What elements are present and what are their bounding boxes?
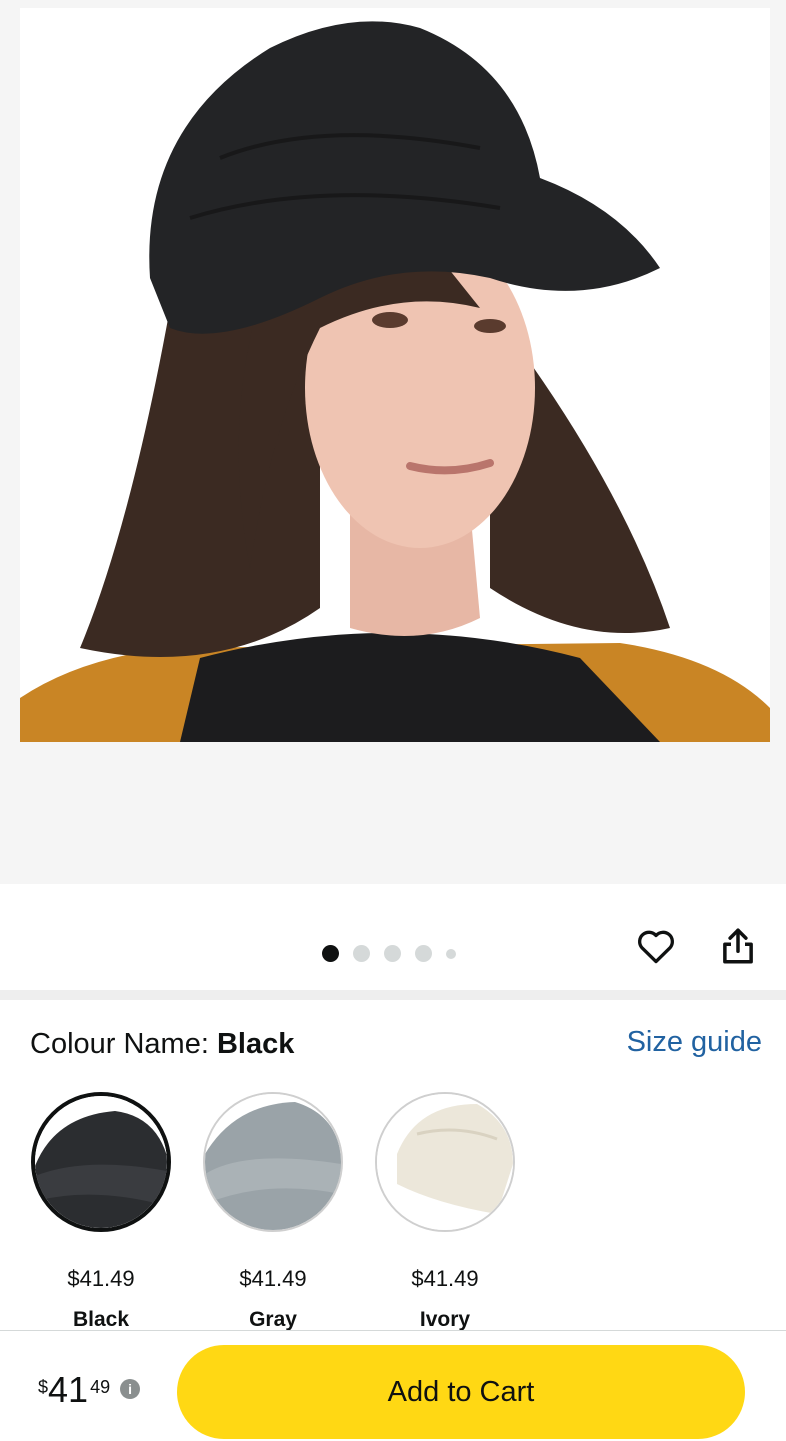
carousel-dot[interactable] <box>322 945 339 962</box>
carousel-dot[interactable] <box>384 945 401 962</box>
carousel-dot[interactable] <box>353 945 370 962</box>
carousel-dot[interactable] <box>415 945 432 962</box>
swatch-image[interactable] <box>375 1092 515 1232</box>
carousel-indicator[interactable] <box>322 945 456 962</box>
swatch-name: Gray <box>249 1308 297 1331</box>
selected-colour: Black <box>216 1028 295 1060</box>
section-divider <box>0 990 786 1000</box>
price-fraction: 49 <box>90 1377 111 1397</box>
buy-bar: $ 41 49 i Add to Cart <box>0 1330 786 1441</box>
price-display: $ 41 49 i <box>38 1369 141 1410</box>
share-button[interactable] <box>714 922 762 970</box>
heart-icon <box>638 930 674 964</box>
swatch-image[interactable] <box>31 1092 171 1232</box>
size-guide-link[interactable]: Size guide <box>627 1026 762 1059</box>
swatch-name: Black <box>72 1308 130 1331</box>
swatch-price: $41.49 <box>67 1266 135 1291</box>
product-image-area[interactable] <box>0 0 786 884</box>
hat-thumbnail <box>377 1094 513 1230</box>
product-photo-illustration <box>20 8 770 742</box>
swatch-price: $41.49 <box>239 1266 307 1291</box>
wishlist-button[interactable] <box>632 922 680 970</box>
swatch-image[interactable] <box>203 1092 343 1232</box>
swatch-black[interactable]: $41.49 Black <box>30 1092 172 1332</box>
carousel-dot[interactable] <box>446 948 456 959</box>
add-to-cart-button[interactable]: Add to Cart <box>177 1345 745 1439</box>
share-icon <box>723 928 753 964</box>
hat-thumbnail <box>205 1094 341 1230</box>
hat-thumbnail <box>35 1096 167 1228</box>
colour-name-label: Colour Name: Black <box>30 1028 295 1060</box>
price-whole: 41 <box>48 1369 89 1410</box>
image-carousel-controls <box>0 884 786 990</box>
swatch-ivory[interactable]: $41.49 Ivory <box>374 1092 516 1332</box>
currency-symbol: $ <box>38 1377 49 1397</box>
info-icon[interactable]: i <box>120 1379 141 1399</box>
swatch-name: Ivory <box>419 1308 471 1331</box>
swatch-price: $41.49 <box>411 1266 479 1291</box>
swatch-gray[interactable]: $41.49 Gray <box>202 1092 344 1332</box>
product-photo[interactable] <box>20 8 770 742</box>
